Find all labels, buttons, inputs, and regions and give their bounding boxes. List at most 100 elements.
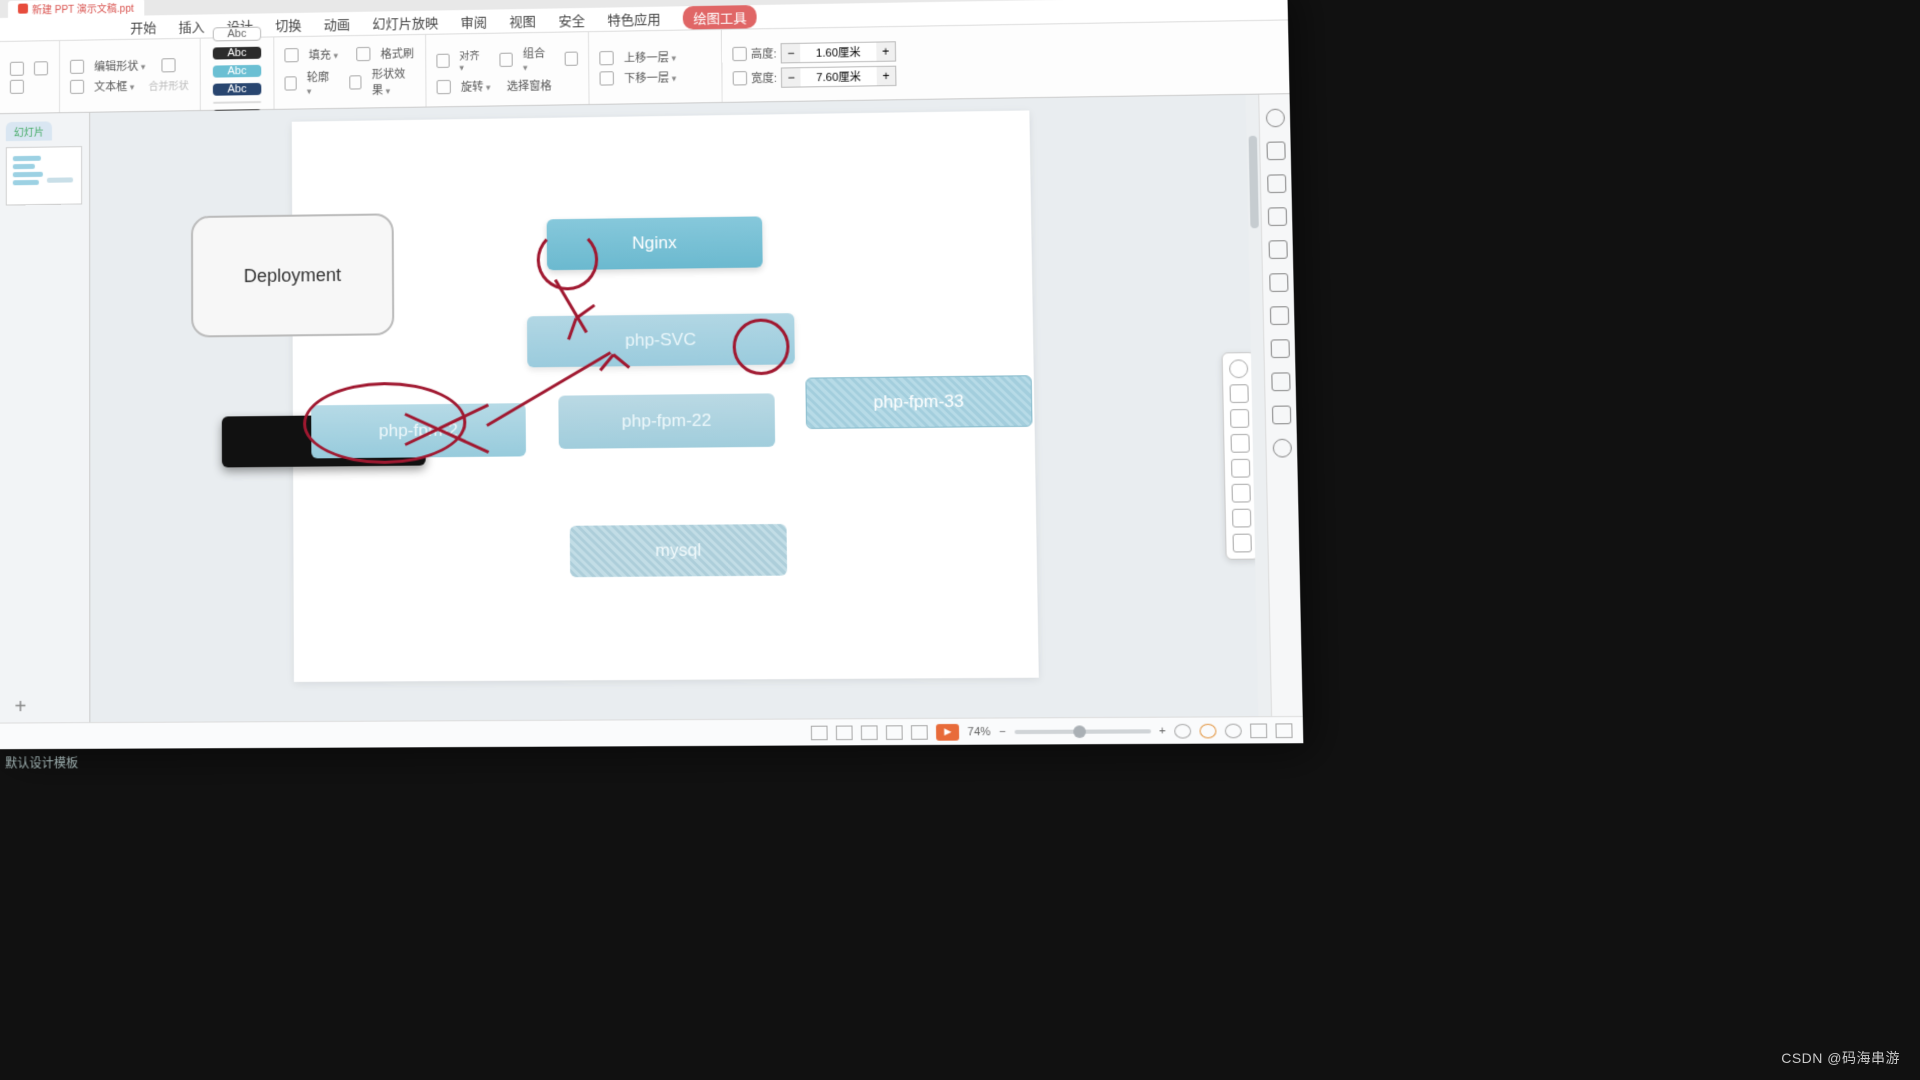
menu-review[interactable]: 审阅 xyxy=(461,12,488,32)
list-icon[interactable] xyxy=(1268,240,1287,259)
status-bar: 默认设计模板 ▶ 74% − + xyxy=(0,716,1303,749)
view-outline-icon[interactable] xyxy=(911,725,928,740)
more-icon[interactable] xyxy=(1233,534,1252,553)
rotate-button[interactable]: 旋转 xyxy=(461,78,491,95)
menu-special[interactable]: 特色应用 xyxy=(607,9,660,29)
menu-transition[interactable]: 切换 xyxy=(275,15,301,35)
slide-thumbnail-1[interactable] xyxy=(6,146,82,205)
undo-icon[interactable] xyxy=(10,61,24,75)
group-icon xyxy=(500,52,513,66)
align-button[interactable]: 对齐 xyxy=(459,47,483,74)
zoom-slider-knob[interactable] xyxy=(1073,725,1086,738)
outline-button[interactable]: 轮廓 xyxy=(307,68,332,97)
shape-php-fpm-2[interactable]: php-fpm-22 xyxy=(558,393,775,449)
shape-deployment[interactable]: Deployment xyxy=(191,213,394,337)
merge-icon xyxy=(161,58,175,72)
play-slideshow-button[interactable]: ▶ xyxy=(936,723,959,740)
height-spinner[interactable]: − + xyxy=(781,41,897,63)
style-swatch-5[interactable] xyxy=(213,101,261,104)
settings-icon[interactable] xyxy=(1275,723,1292,738)
style-swatch-3[interactable]: Abc xyxy=(213,64,261,77)
font-icon[interactable] xyxy=(1267,207,1286,226)
home-icon[interactable] xyxy=(1265,109,1284,128)
shape-style-gallery[interactable]: Abc Abc Abc Abc Abc xyxy=(201,37,275,110)
fill-button[interactable]: 填充 xyxy=(309,46,338,63)
zoom-slider[interactable] xyxy=(1014,729,1151,734)
slide-panel-tab[interactable]: 幻灯片 xyxy=(6,121,52,141)
menu-view[interactable]: 视图 xyxy=(509,11,536,31)
view-normal-icon[interactable] xyxy=(836,725,853,740)
style-swatch-4[interactable]: Abc xyxy=(213,82,261,95)
lang-icon[interactable] xyxy=(1199,723,1216,738)
help-icon[interactable] xyxy=(1272,439,1291,458)
redo-icon[interactable] xyxy=(34,61,48,75)
width-plus-button[interactable]: + xyxy=(877,66,896,85)
notes-icon[interactable] xyxy=(811,725,828,740)
send-backward-button[interactable]: 下移一层 xyxy=(624,69,676,86)
audio-icon[interactable] xyxy=(1271,372,1290,391)
height-plus-button[interactable]: + xyxy=(876,42,895,61)
shape-effects-button[interactable]: 形状效果 xyxy=(372,65,415,98)
layers-icon[interactable] xyxy=(1230,409,1249,428)
width-spinner[interactable]: − + xyxy=(781,65,897,87)
menu-slideshow[interactable]: 幻灯片放映 xyxy=(372,12,438,32)
fit-screen-icon[interactable] xyxy=(1174,723,1191,738)
cloud-icon[interactable] xyxy=(1267,174,1286,193)
selection-pane-button[interactable]: 选择窗格 xyxy=(507,77,552,94)
zoom-out-icon[interactable] xyxy=(1229,359,1248,378)
bring-forward-button[interactable]: 上移一层 xyxy=(624,48,676,65)
moon-icon[interactable] xyxy=(1225,723,1242,738)
merge-shapes-button[interactable]: 合并形状 xyxy=(148,77,188,93)
shape-props-icon[interactable] xyxy=(1266,141,1285,160)
width-input[interactable] xyxy=(800,66,876,86)
outline-icon xyxy=(285,76,297,90)
document-title: 新建 PPT 演示文稿.ppt xyxy=(32,0,134,16)
replace-icon[interactable] xyxy=(1231,459,1250,478)
history-icon[interactable] xyxy=(1271,406,1290,425)
plugin-icon[interactable] xyxy=(1250,723,1267,738)
format-painter-button[interactable]: 格式刷 xyxy=(381,45,415,62)
textbox-button[interactable]: 文本框 xyxy=(94,77,134,94)
effects-icon xyxy=(350,75,362,89)
pen-icon[interactable] xyxy=(1231,434,1250,453)
group-button[interactable]: 组合 xyxy=(523,44,549,73)
frame-icon[interactable] xyxy=(1232,484,1251,503)
text-style-icon[interactable] xyxy=(1232,509,1251,528)
style-swatch-2[interactable]: Abc xyxy=(213,46,261,59)
edit-shape-icon xyxy=(70,59,84,73)
watermark: CSDN @码海串游 xyxy=(1781,1048,1900,1068)
menu-security[interactable]: 安全 xyxy=(558,10,585,30)
fill-icon xyxy=(284,48,298,62)
view-sorter-icon[interactable] xyxy=(861,725,878,740)
share-icon[interactable] xyxy=(1269,306,1288,325)
qat-icon[interactable] xyxy=(10,79,24,93)
annotation-circle-1 xyxy=(536,229,598,291)
style-swatch-1[interactable]: Abc xyxy=(213,26,261,41)
height-minus-button[interactable]: − xyxy=(782,43,801,62)
ai-design-icon[interactable] xyxy=(1230,384,1249,403)
height-label: 高度: xyxy=(751,45,777,62)
picture-icon[interactable] xyxy=(1270,339,1289,358)
shape-php-fpm-3-selected[interactable]: php-fpm-33 xyxy=(805,375,1032,429)
annotation-circle-2 xyxy=(732,318,789,375)
edit-shape-button[interactable]: 编辑形状 xyxy=(94,57,145,74)
slide-canvas[interactable]: Deployment Nginx php-SVC php php-fpm-2 p… xyxy=(292,110,1039,681)
view-reading-icon[interactable] xyxy=(886,725,903,740)
height-input[interactable] xyxy=(800,42,876,62)
scrollbar-thumb[interactable] xyxy=(1249,136,1259,229)
menu-drawing-tools[interactable]: 绘图工具 xyxy=(683,5,757,30)
menu-start[interactable]: 开始 xyxy=(130,17,156,36)
slide-panel: 幻灯片 + xyxy=(0,113,90,723)
menu-insert[interactable]: 插入 xyxy=(178,16,204,36)
document-tab[interactable]: 新建 PPT 演示文稿.ppt xyxy=(8,0,144,17)
design-template-label: 默认设计模板 xyxy=(5,754,78,772)
zoom-out-button[interactable]: − xyxy=(999,725,1006,738)
shape-mysql[interactable]: mysql xyxy=(570,524,787,577)
rotate-icon xyxy=(437,79,451,93)
menu-animation[interactable]: 动画 xyxy=(324,14,350,34)
width-minus-button[interactable]: − xyxy=(782,68,801,87)
image-icon[interactable] xyxy=(1269,273,1288,292)
align-icon xyxy=(436,53,449,67)
add-slide-button[interactable]: + xyxy=(9,696,31,719)
zoom-in-button[interactable]: + xyxy=(1159,725,1166,738)
